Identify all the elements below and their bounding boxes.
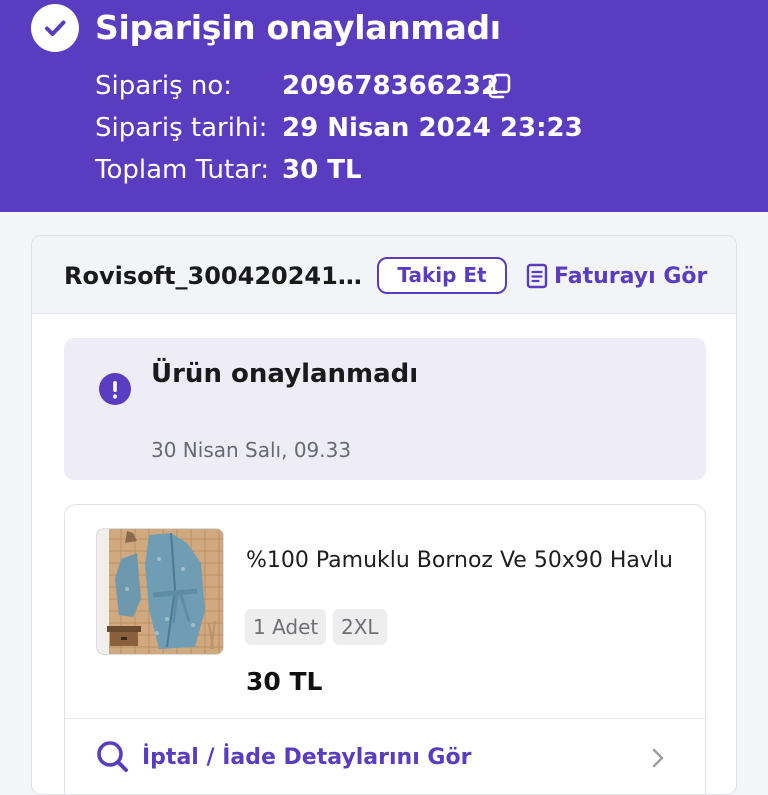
item-status-date: 30 Nisan Salı, 09.33 — [151, 438, 352, 462]
product-image[interactable] — [96, 528, 224, 655]
order-number-value: 209678366232 — [282, 71, 500, 101]
page-title: Siparişin onaylanmadı — [95, 8, 501, 47]
quantity-badge: 1 Adet — [245, 609, 327, 645]
shipment-card-header: Rovisoft_3004202410... Takip Et Faturayı… — [32, 236, 736, 314]
item-status-box: Ürün onaylanmadı 30 Nisan Salı, 09.33 — [64, 338, 706, 480]
product-price: 30 TL — [246, 667, 323, 696]
size-badge: 2XL — [333, 609, 387, 645]
order-number-label: Sipariş no: — [95, 71, 233, 101]
check-circle-icon — [31, 4, 79, 52]
search-icon — [97, 741, 128, 772]
order-total-value: 30 TL — [282, 155, 362, 185]
order-date-label: Sipariş tarihi: — [95, 113, 268, 143]
order-number-row: Sipariş no: 209678366232 — [95, 68, 535, 104]
document-icon — [526, 263, 548, 289]
shipment-card: Rovisoft_3004202410... Takip Et Faturayı… — [31, 235, 737, 795]
chevron-right-icon[interactable] — [650, 747, 666, 769]
exclamation-circle-icon — [99, 373, 131, 405]
order-total-row: Toplam Tutar: 30 TL — [95, 152, 495, 188]
product-card: %100 Pamuklu Bornoz Ve 50x90 Havlu 1 Ade… — [64, 504, 706, 794]
refund-details-label: İptal / İade Detaylarını Gör — [142, 744, 472, 770]
order-total-label: Toplam Tutar: — [95, 155, 270, 185]
track-shipment-button[interactable]: Takip Et — [377, 257, 507, 294]
copy-icon[interactable] — [485, 72, 513, 100]
view-invoice-link[interactable]: Faturayı Gör — [526, 256, 707, 296]
seller-name[interactable]: Rovisoft_3004202410... — [64, 256, 368, 296]
divider — [65, 718, 705, 719]
view-invoice-label: Faturayı Gör — [554, 263, 708, 289]
item-status-title: Ürün onaylanmadı — [151, 359, 419, 389]
order-date-value: 29 Nisan 2024 23:23 — [282, 113, 583, 143]
order-status-header: Siparişin onaylanmadı Sipariş no: 209678… — [0, 0, 768, 212]
product-name[interactable]: %100 Pamuklu Bornoz Ve 50x90 Havlu — [246, 543, 673, 579]
refund-details-link[interactable]: İptal / İade Detaylarını Gör — [96, 737, 471, 777]
order-date-row: Sipariş tarihi: 29 Nisan 2024 23:23 — [95, 110, 595, 146]
